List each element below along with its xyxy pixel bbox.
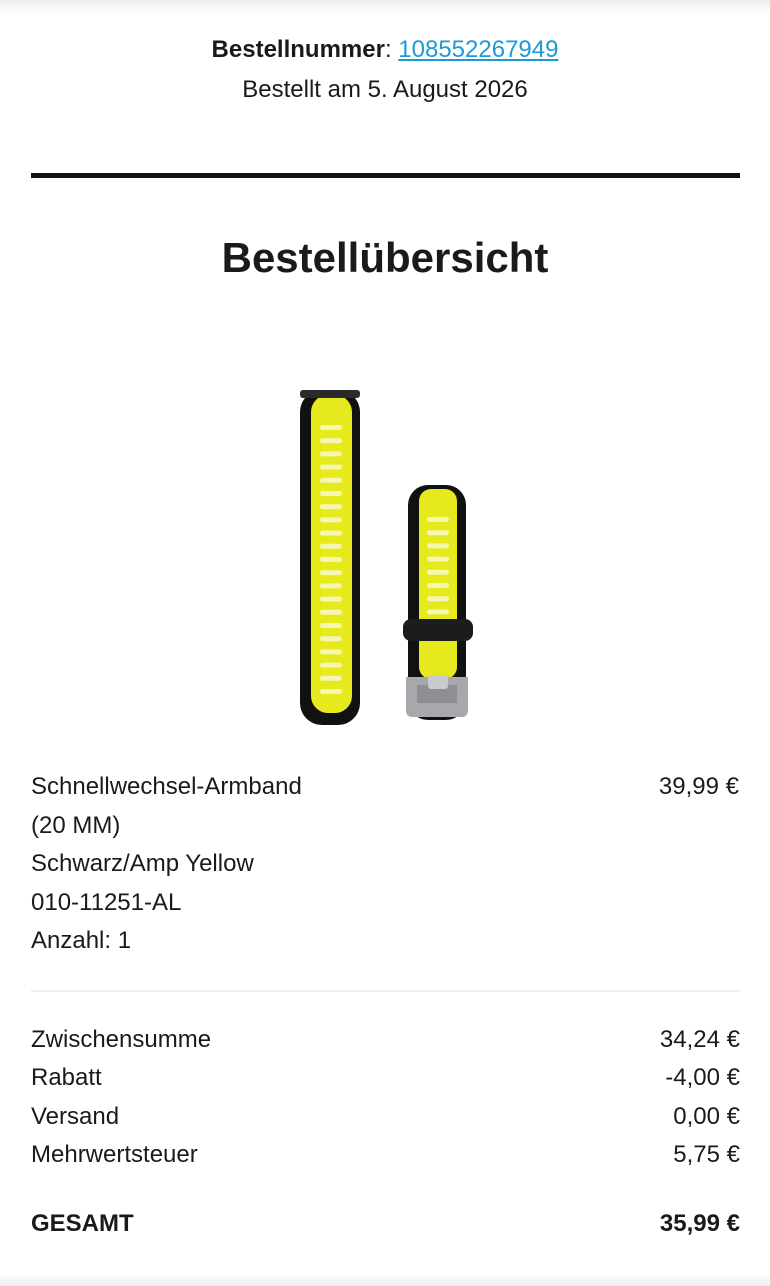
shipping-value: 0,00 €: [673, 1102, 740, 1130]
watch-band-image: [300, 390, 473, 725]
shipping-label: Versand: [31, 1102, 120, 1130]
order-date: Bestellt am 5. August 2026: [242, 76, 528, 103]
tax-label: Mehrwertsteuer: [31, 1140, 198, 1168]
totals-table: Zwischensumme 34,24 € Rabatt -4,00 € Ver…: [31, 1021, 740, 1174]
section-divider: [31, 173, 740, 178]
subtotal-row: Zwischensumme 34,24 €: [31, 1021, 740, 1059]
totals-divider: [31, 990, 740, 992]
grand-total-label: GESAMT: [31, 1210, 134, 1237]
order-number-link[interactable]: 108552267949: [398, 36, 558, 63]
product-name-line1: Schnellwechsel-Armband: [31, 773, 302, 800]
discount-value: -4,00 €: [665, 1064, 740, 1092]
order-number-line: Bestellnummer: 108552267949: [211, 36, 559, 63]
page-title: Bestellübersicht: [221, 234, 549, 281]
tax-value: 5,75 €: [673, 1140, 740, 1168]
product-price: 39,99 €: [658, 773, 739, 800]
tax-row: Mehrwertsteuer 5,75 €: [31, 1136, 740, 1174]
product-quantity: Anzahl: 1: [31, 927, 132, 954]
top-edge-shadow: [0, 0, 770, 14]
grand-total-value: 35,99 €: [659, 1210, 740, 1237]
product-details: Schnellwechsel-Armband (20 MM) Schwarz/A…: [31, 768, 302, 961]
product-name-line2: (20 MM): [31, 811, 121, 839]
discount-row: Rabatt -4,00 €: [31, 1059, 740, 1097]
bottom-edge-shadow: [0, 1274, 770, 1286]
shipping-row: Versand 0,00 €: [31, 1098, 740, 1136]
discount-label: Rabatt: [31, 1064, 102, 1092]
product-sku: 010-11251-AL: [31, 888, 182, 916]
subtotal-label: Zwischensumme: [31, 1026, 212, 1053]
subtotal-value: 34,24 €: [659, 1026, 740, 1053]
grand-total-row: GESAMT 35,99 €: [31, 1205, 740, 1243]
product-color: Schwarz/Amp Yellow: [31, 850, 254, 877]
order-number-label: Bestellnummer: [211, 36, 385, 63]
